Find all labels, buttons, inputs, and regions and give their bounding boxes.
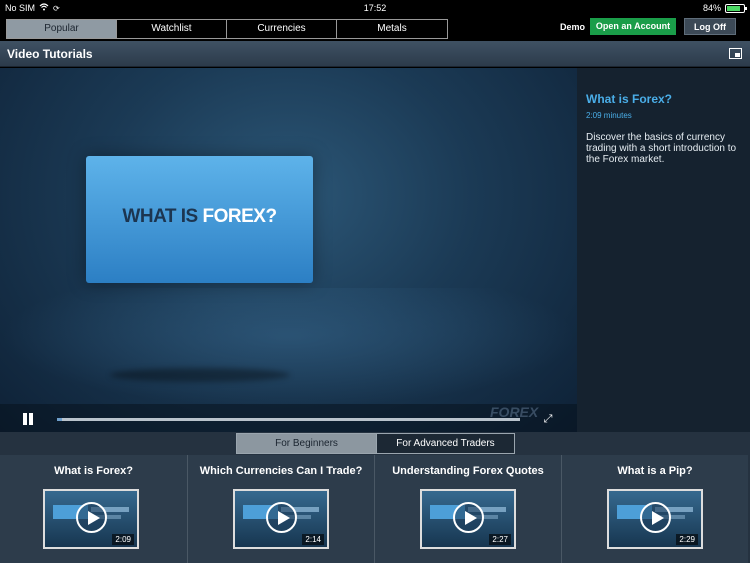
video-floor [0,288,577,408]
play-icon[interactable] [266,502,297,533]
tab-popular[interactable]: Popular [7,20,117,38]
battery-percent: 84% [702,3,721,13]
video-card-duration: 2:29 [676,534,698,545]
video-title: What is Forex? [586,92,673,106]
tab-for-beginners[interactable]: For Beginners [237,434,376,453]
section-header: Video Tutorials [0,41,750,67]
video-card[interactable]: Understanding Forex Quotes 2:27 [374,455,561,563]
video-card-duration: 2:27 [489,534,511,545]
main-tabs: Popular Watchlist Currencies Metals [6,19,448,39]
battery-info: 84% [702,3,747,13]
video-card-title: Which Currencies Can I Trade? [199,465,363,477]
card-text-part2: FOREX? [202,206,278,227]
video-card-title: What is Forex? [54,465,133,477]
play-icon[interactable] [76,502,107,533]
video-title-card-text: WHAT IS FOREX? [86,206,313,228]
card-text-part1: WHAT IS [122,206,203,227]
open-account-button[interactable]: Open an Account [590,18,676,35]
video-card[interactable]: What is a Pip? 2:29 [561,455,748,563]
video-thumbnail[interactable]: 2:29 [607,489,703,549]
tab-currencies[interactable]: Currencies [227,20,337,38]
battery-icon [725,3,747,13]
progress-bar[interactable] [57,418,520,421]
video-description: Discover the basics of currency trading … [586,132,737,165]
fullscreen-icon[interactable]: ⤢ [542,413,554,425]
video-card-duration: 2:14 [302,534,324,545]
page-title: Video Tutorials [7,47,93,61]
video-card[interactable]: Which Currencies Can I Trade? 2:14 [187,455,374,563]
video-thumbnail[interactable]: 2:09 [43,489,139,549]
level-tabs: For Beginners For Advanced Traders [236,433,515,454]
video-card-duration: 2:09 [112,534,134,545]
video-thumbnail[interactable]: 2:14 [233,489,329,549]
video-title-card: WHAT IS FOREX? [86,156,313,283]
video-card-title: Understanding Forex Quotes [392,465,544,477]
card-shadow [110,368,290,382]
video-thumbnail[interactable]: 2:27 [420,489,516,549]
tab-metals[interactable]: Metals [337,20,447,38]
video-library: For Beginners For Advanced Traders What … [0,432,750,563]
tab-for-advanced-traders[interactable]: For Advanced Traders [376,434,514,453]
clock: 17:52 [363,3,387,13]
play-icon[interactable] [640,502,671,533]
top-nav: Popular Watchlist Currencies Metals Demo… [0,16,750,40]
play-icon[interactable] [453,502,484,533]
pause-icon[interactable] [22,413,34,425]
forex-watermark: FOREX [490,404,539,420]
video-duration: 2:09 minutes [586,111,632,120]
video-details-panel: What is Forex? 2:09 minutes Discover the… [577,68,750,432]
demo-label: Demo [560,22,586,32]
video-list: What is Forex? 2:09 Which Currencies Can… [0,455,750,563]
picture-in-picture-icon[interactable] [729,48,742,59]
tab-watchlist[interactable]: Watchlist [117,20,227,38]
video-player[interactable]: WHAT IS FOREX? FOREX ⤢ [0,68,577,432]
video-card-title: What is a Pip? [617,465,693,477]
video-card[interactable]: What is Forex? 2:09 [0,455,187,563]
log-off-button[interactable]: Log Off [684,18,736,35]
status-bar: No SIM ⟳ 17:52 84% [0,0,750,16]
player-controls: FOREX ⤢ [0,404,577,432]
